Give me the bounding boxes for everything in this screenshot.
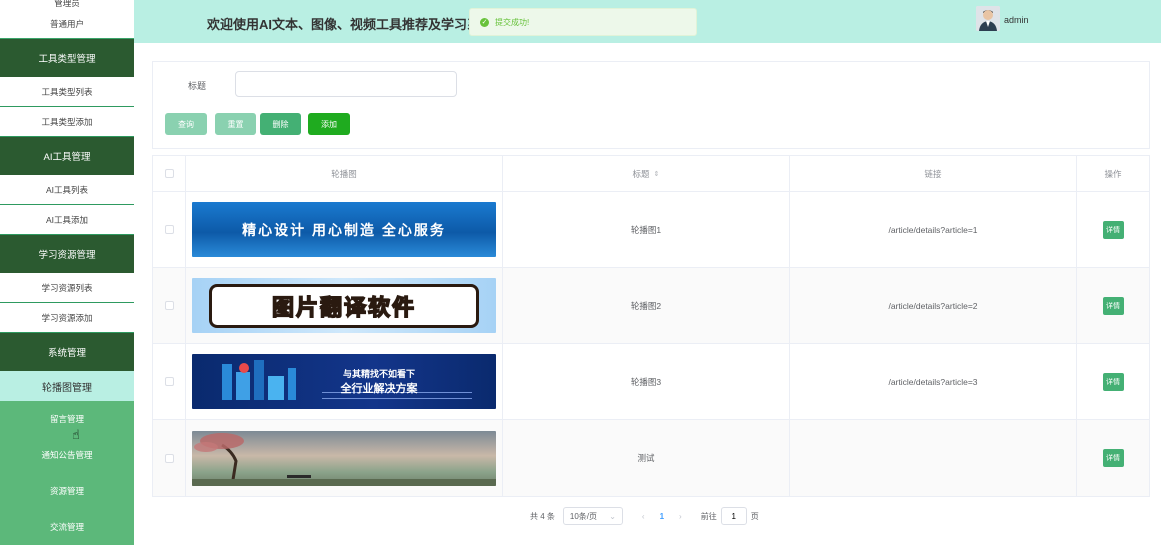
banner-text-1: 与其精找不如看下 [342,369,415,379]
query-button[interactable]: 查询 [165,113,207,135]
banner-image: 图片翻译软件 [192,278,496,333]
column-header-image: 轮播图 [186,156,503,191]
sidebar-item-learning-add[interactable]: 学习资源添加 [0,303,134,333]
reset-button[interactable]: 重置 [215,113,256,135]
link-cell [790,420,1077,496]
table-row: 与其精找不如看下 全行业解决方案 轮播图3 /article/details?a… [153,344,1149,420]
banner-text-2: 全行业解决方案 [340,383,418,395]
sidebar: 管理员 普通用户 工具类型管理 工具类型列表 工具类型添加 AI工具管理 AI工… [0,0,134,551]
page-size-select[interactable]: 10条/页 ⌄ [562,507,623,525]
row-checkbox[interactable] [164,453,174,463]
search-panel: 标题 查询 重置 删除 添加 [152,61,1150,149]
toast-message: 提交成功! [495,17,530,27]
success-toast: ✓ 提交成功! [469,8,697,36]
title-label: 标题 [188,81,207,91]
sidebar-group-system[interactable]: 系统管理 [0,333,134,371]
title-cell: 轮播图3 [503,344,790,419]
title-search-input[interactable] [235,71,457,97]
actions-cell: 详情 [1077,420,1149,496]
banner-cell: 图片翻译软件 [186,268,503,343]
banner-image [192,430,496,486]
table-header-row: 轮播图 标题 ⇕ 链接 操作 [153,156,1149,192]
sidebar-item-tool-type-list[interactable]: 工具类型列表 [0,77,134,107]
hand-cursor-icon: ☝ [72,427,80,442]
sort-icon[interactable]: ⇕ [654,170,660,178]
banner-image: 与其精找不如看下 全行业解决方案 [192,354,496,409]
header: 欢迎使用AI文本、图像、视频工具推荐及学习系统 ✓ 提交成功! admin [134,0,1161,43]
sidebar-item-resources[interactable]: 资源管理 [0,473,134,509]
sidebar-item-messages[interactable]: 留言管理 [0,401,134,437]
sidebar-item-notices[interactable]: 通知公告管理 [0,437,134,473]
select-all-checkbox[interactable] [164,169,174,178]
goto-page-input[interactable] [720,507,747,525]
title-cell: 轮播图2 [503,268,790,343]
delete-button[interactable]: 删除 [260,113,301,135]
tree-illustration [192,432,496,486]
sidebar-item-ai-tool-list[interactable]: AI工具列表 [0,175,134,205]
actions-cell: 详情 [1077,192,1149,267]
banner-cell: 精心设计 用心制造 全心服务 [186,192,503,267]
check-icon: ✓ [480,17,489,27]
sidebar-item-tool-type-add[interactable]: 工具类型添加 [0,107,134,137]
table-row: 图片翻译软件 轮播图2 /article/details?article=2 详… [153,268,1149,344]
row-checkbox-cell [153,192,186,267]
goto-label: 前往 [700,511,717,521]
row-checkbox-cell [153,344,186,419]
row-checkbox[interactable] [164,377,174,386]
link-cell: /article/details?article=1 [790,192,1077,267]
banner-frame: 图片翻译软件 [209,283,479,328]
sidebar-item-admin[interactable]: 管理员 [0,0,134,10]
sidebar-item-ai-tool-add[interactable]: AI工具添加 [0,205,134,235]
prev-page-icon[interactable]: ‹ [642,512,645,521]
add-button[interactable]: 添加 [308,113,350,135]
link-cell: /article/details?article=2 [790,268,1077,343]
table-row: 测试 详情 [153,420,1149,496]
carousel-table: 轮播图 标题 ⇕ 链接 操作 精心设计 用心制造 全心服务 轮播图1 /artic… [152,155,1150,497]
table-row: 精心设计 用心制造 全心服务 轮播图1 /article/details?art… [153,192,1149,268]
detail-button[interactable]: 详情 [1102,220,1124,239]
row-checkbox-cell [153,268,186,343]
pagination: 共 4 条 10条/页 ⌄ ‹ 1 › 前往 页 [530,506,759,526]
avatar[interactable] [976,6,1000,31]
detail-button[interactable]: 详情 [1102,372,1124,391]
column-header-link: 链接 [790,156,1077,191]
total-count: 共 4 条 [530,511,555,521]
sidebar-group-learning[interactable]: 学习资源管理 [0,235,134,273]
sidebar-item-exchange[interactable]: 交流管理 [0,509,134,545]
detail-button[interactable]: 详情 [1102,449,1124,467]
column-header-title[interactable]: 标题 ⇕ [503,156,790,191]
row-checkbox[interactable] [164,225,174,234]
column-header-title-label: 标题 [632,168,650,179]
page-suffix: 页 [750,511,759,521]
actions-cell: 详情 [1077,268,1149,343]
sidebar-group-ai-tool[interactable]: AI工具管理 [0,137,134,175]
header-checkbox-cell [153,156,186,191]
banner-cell: 与其精找不如看下 全行业解决方案 [186,344,503,419]
actions-cell: 详情 [1077,344,1149,419]
detail-button[interactable]: 详情 [1102,296,1124,315]
sidebar-item-carousel[interactable]: 轮播图管理 [0,371,134,401]
page-number[interactable]: 1 [660,512,664,521]
next-page-icon[interactable]: › [679,512,682,521]
banner-cell [186,420,503,496]
page-size-value: 10条/页 [569,511,598,521]
title-cell: 轮播图1 [503,192,790,267]
user-name[interactable]: admin [1004,15,1029,25]
chevron-down-icon: ⌄ [609,511,616,521]
banner-image: 精心设计 用心制造 全心服务 [192,202,496,257]
banner-text: 图片翻译软件 [271,294,416,321]
page-title: 欢迎使用AI文本、图像、视频工具推荐及学习系统 [207,17,475,32]
title-cell: 测试 [503,420,790,496]
sidebar-item-normal-user[interactable]: 普通用户 [0,10,134,39]
row-checkbox[interactable] [164,301,174,310]
sidebar-group-tool-type[interactable]: 工具类型管理 [0,39,134,77]
sidebar-item-learning-list[interactable]: 学习资源列表 [0,273,134,303]
link-cell: /article/details?article=3 [790,344,1077,419]
column-header-actions: 操作 [1104,168,1122,179]
row-checkbox-cell [153,420,186,496]
